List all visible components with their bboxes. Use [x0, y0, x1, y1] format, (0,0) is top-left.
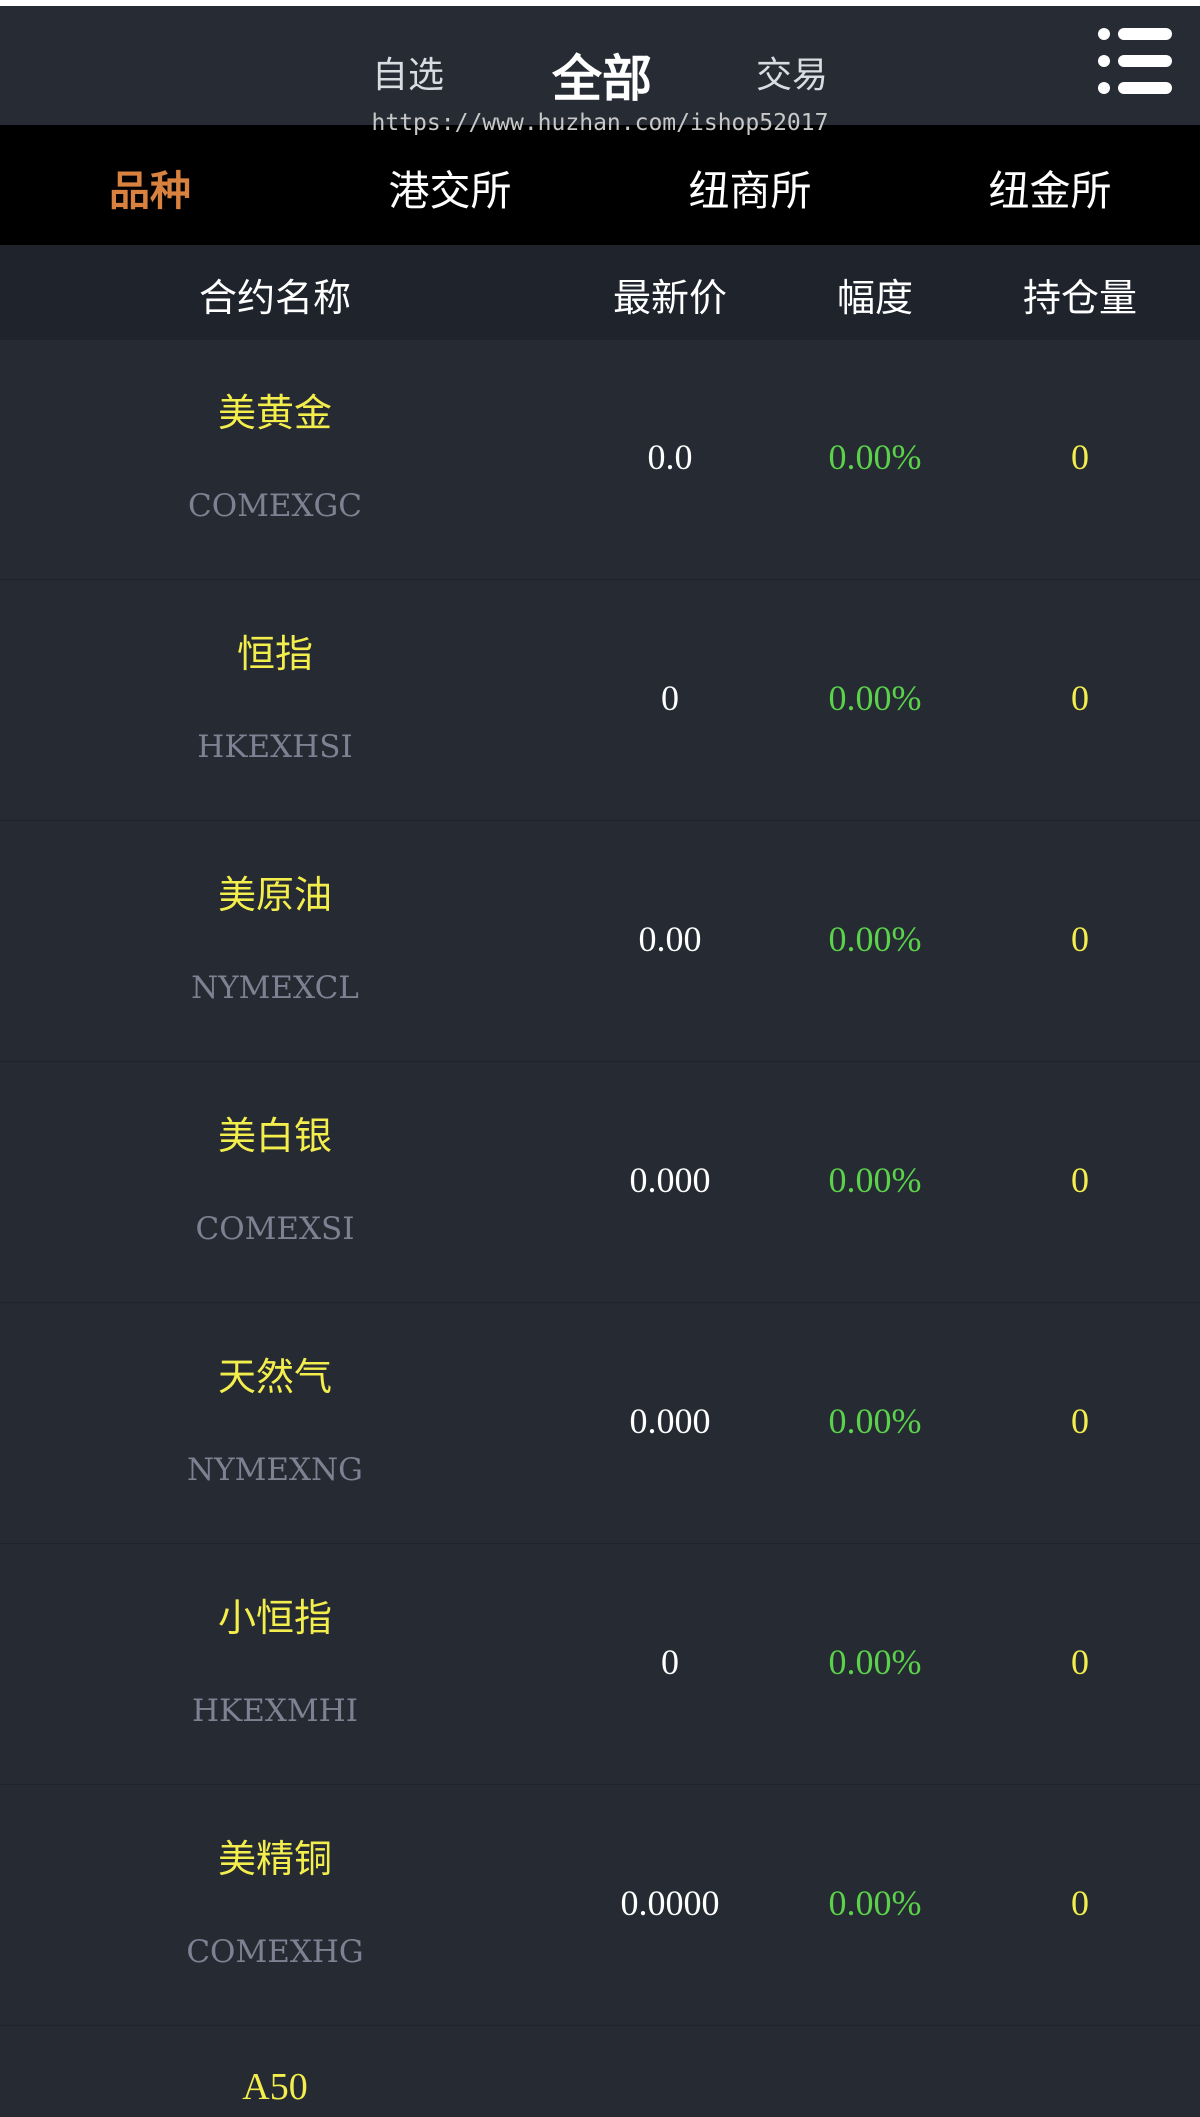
column-header-holding[interactable]: 持仓量: [980, 267, 1180, 322]
change-percent: 0.00%: [828, 1642, 922, 1682]
contract-code: HKEXHSI: [197, 729, 353, 765]
latest-price: 0.0000: [620, 1883, 720, 1923]
column-header-change[interactable]: 幅度: [775, 267, 975, 322]
exchange-tab-nymex[interactable]: 纽商所: [600, 157, 900, 217]
table-row[interactable]: 美精铜 COMEXHG 0.0000 0.00% 0: [0, 1786, 1200, 2026]
contract-name: 美黄金: [217, 391, 332, 435]
latest-price: 0: [661, 678, 679, 718]
contract-name: 恒指: [236, 632, 313, 676]
table-row[interactable]: A50: [0, 2027, 1200, 2117]
list-menu-icon[interactable]: [1098, 26, 1172, 96]
latest-price: 0.00: [638, 919, 702, 959]
table-row[interactable]: 天然气 NYMEXNG 0.000 0.00% 0: [0, 1304, 1200, 1544]
open-interest: 0: [1071, 1642, 1089, 1682]
contract-code: COMEXGC: [187, 488, 363, 524]
contract-code: COMEXSI: [195, 1211, 355, 1247]
contract-code: NYMEXNG: [187, 1452, 363, 1488]
latest-price: 0.0: [647, 437, 693, 477]
table-row[interactable]: 美黄金 COMEXGC 0.0 0.00% 0: [0, 340, 1200, 580]
contract-name: 美白银: [217, 1114, 332, 1158]
latest-price: 0: [661, 1642, 679, 1682]
open-interest: 0: [1071, 1883, 1089, 1923]
contract-name: 美精铜: [217, 1837, 332, 1881]
exchange-filter-bar: 品种 港交所 纽商所 纽金所: [0, 125, 1200, 245]
watermark-url: https://www.huzhan.com/ishop52017: [371, 110, 829, 136]
open-interest: 0: [1071, 437, 1089, 477]
table-row[interactable]: 恒指 HKEXHSI 0 0.00% 0: [0, 581, 1200, 821]
latest-price: 0.000: [629, 1401, 711, 1441]
tab-trade[interactable]: 交易: [756, 46, 828, 98]
open-interest: 0: [1071, 919, 1089, 959]
table-header: 合约名称 最新价 幅度 持仓量: [0, 245, 1200, 340]
contract-code: HKEXMHI: [192, 1693, 358, 1729]
column-header-price[interactable]: 最新价: [570, 267, 770, 322]
exchange-tab-category[interactable]: 品种: [0, 157, 300, 217]
change-percent: 0.00%: [828, 1401, 922, 1441]
change-percent: 0.00%: [828, 1160, 922, 1200]
contract-code: NYMEXCL: [191, 970, 359, 1006]
tab-all[interactable]: 全部: [552, 39, 652, 111]
contract-name: 小恒指: [217, 1596, 332, 1640]
table-row[interactable]: 美原油 NYMEXCL 0.00 0.00% 0: [0, 822, 1200, 1062]
exchange-tab-hkex[interactable]: 港交所: [300, 157, 600, 217]
change-percent: 0.00%: [828, 437, 922, 477]
column-header-name[interactable]: 合约名称: [0, 267, 550, 322]
open-interest: 0: [1071, 1160, 1089, 1200]
table-row[interactable]: 美白银 COMEXSI 0.000 0.00% 0: [0, 1063, 1200, 1303]
exchange-tab-comex[interactable]: 纽金所: [900, 157, 1200, 217]
contract-name: A50: [242, 2066, 308, 2108]
tab-watchlist[interactable]: 自选: [372, 46, 444, 98]
contract-name: 天然气: [217, 1355, 332, 1399]
latest-price: 0.000: [629, 1160, 711, 1200]
change-percent: 0.00%: [828, 678, 922, 718]
top-nav-bar: 自选 全部 交易: [0, 0, 1200, 125]
change-percent: 0.00%: [828, 1883, 922, 1923]
change-percent: 0.00%: [828, 919, 922, 959]
open-interest: 0: [1071, 678, 1089, 718]
table-row[interactable]: 小恒指 HKEXMHI 0 0.00% 0: [0, 1545, 1200, 1785]
open-interest: 0: [1071, 1401, 1089, 1441]
contract-code: COMEXHG: [186, 1934, 364, 1970]
contract-name: 美原油: [217, 873, 332, 917]
